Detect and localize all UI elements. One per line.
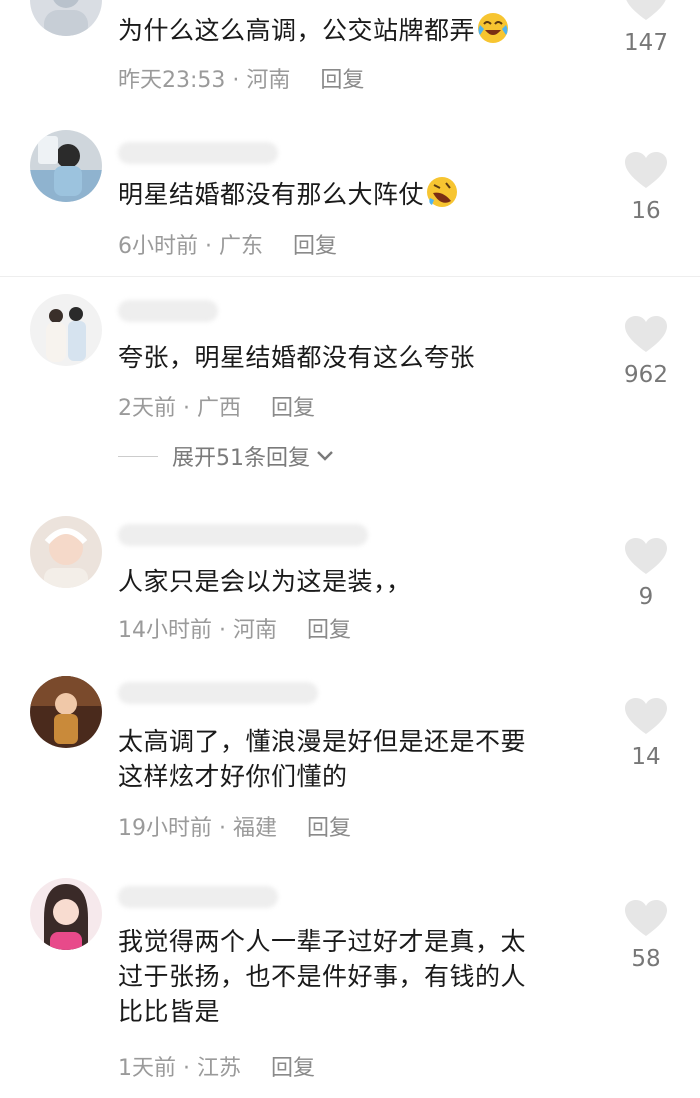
like-count: 147 <box>624 30 668 56</box>
comment-text-line: 我觉得两个人一辈子过好才是真，太 <box>118 927 527 956</box>
avatar[interactable] <box>30 294 102 366</box>
username-blurred <box>118 142 278 164</box>
comment-text: 为什么这么高调，公交站牌都弄 <box>118 12 588 48</box>
avatar[interactable] <box>30 0 102 36</box>
comment-text: 我觉得两个人一辈子过好才是真，太 过于张扬，也不是件好事，有钱的人 比比皆是 <box>118 924 588 1029</box>
heart-icon <box>625 152 667 188</box>
username-blurred <box>118 886 278 908</box>
comment-time: 19小时前 <box>118 816 212 841</box>
comment-text-line: 比比皆是 <box>118 997 221 1026</box>
comment-text: 夸张，明星结婚都没有这么夸张 <box>118 343 476 372</box>
like-count: 16 <box>631 198 661 224</box>
avatar[interactable] <box>30 878 102 950</box>
like-count: 14 <box>631 744 661 770</box>
comment-time: 昨天23:53 <box>118 68 226 93</box>
comment-meta: 14小时前 · 河南 回复 <box>118 618 352 643</box>
comment-text-line: 这样炫才好你们懂的 <box>118 762 348 791</box>
reply-button[interactable]: 回复 <box>307 816 351 841</box>
comment-meta: 19小时前 · 福建 回复 <box>118 816 352 841</box>
like-button[interactable]: 9 <box>618 538 674 610</box>
username-blurred <box>118 300 218 322</box>
divider <box>0 276 700 277</box>
username-blurred <box>118 682 318 704</box>
like-count: 9 <box>638 584 654 610</box>
reply-button[interactable]: 回复 <box>271 1056 315 1081</box>
crying-laugh-emoji-icon <box>478 13 509 43</box>
reply-button[interactable]: 回复 <box>271 396 315 421</box>
comment-time: 2天前 <box>118 396 176 421</box>
comment-time: 1天前 <box>118 1056 176 1081</box>
rolling-laugh-emoji-icon <box>427 177 458 207</box>
comment-region: 江苏 <box>196 1056 241 1081</box>
comment-time: 6小时前 <box>118 234 198 259</box>
avatar[interactable] <box>30 676 102 748</box>
like-button[interactable]: 147 <box>618 0 674 56</box>
like-button[interactable]: 962 <box>618 316 674 388</box>
comment-time: 14小时前 <box>118 618 212 643</box>
heart-icon <box>626 0 666 20</box>
expand-replies-button[interactable]: 展开51条回复 <box>118 440 334 472</box>
like-button[interactable]: 58 <box>618 900 674 972</box>
expand-replies-label: 展开51条回复 <box>172 446 310 471</box>
like-count: 962 <box>624 362 668 388</box>
reply-button[interactable]: 回复 <box>320 68 364 93</box>
comment-text: 人家只是会以为这是装，， <box>118 567 412 596</box>
comment-region: 河南 <box>246 68 291 93</box>
heart-icon <box>625 316 667 352</box>
comment-text: 明星结婚都没有那么大阵仗 <box>118 176 588 212</box>
heart-icon <box>625 698 667 734</box>
divider-line <box>118 455 158 457</box>
like-button[interactable]: 16 <box>618 152 674 224</box>
comment-text: 太高调了，懂浪漫是好但是还是不要 这样炫才好你们懂的 <box>118 724 588 794</box>
like-button[interactable]: 14 <box>618 698 674 770</box>
comment-region: 广西 <box>196 396 241 421</box>
comment-text-line: 过于张扬，也不是件好事，有钱的人 <box>118 962 527 991</box>
reply-button[interactable]: 回复 <box>307 618 351 643</box>
comment-meta: 2天前 · 广西 回复 <box>118 396 316 421</box>
avatar[interactable] <box>30 130 102 202</box>
heart-icon <box>625 900 667 936</box>
comment-meta: 1天前 · 江苏 回复 <box>118 1056 316 1081</box>
comment-text-line: 太高调了，懂浪漫是好但是还是不要 <box>118 727 527 756</box>
heart-icon <box>625 538 667 574</box>
comment-region: 河南 <box>232 618 277 643</box>
comment-region: 广东 <box>218 234 263 259</box>
chevron-down-icon <box>317 451 333 461</box>
comment-meta: 6小时前 · 广东 回复 <box>118 234 338 259</box>
avatar[interactable] <box>30 516 102 588</box>
comment-meta: 昨天23:53 · 河南 回复 <box>118 68 365 93</box>
comment-region: 福建 <box>232 816 277 841</box>
like-count: 58 <box>631 946 661 972</box>
username-blurred <box>118 524 368 546</box>
reply-button[interactable]: 回复 <box>293 234 337 259</box>
